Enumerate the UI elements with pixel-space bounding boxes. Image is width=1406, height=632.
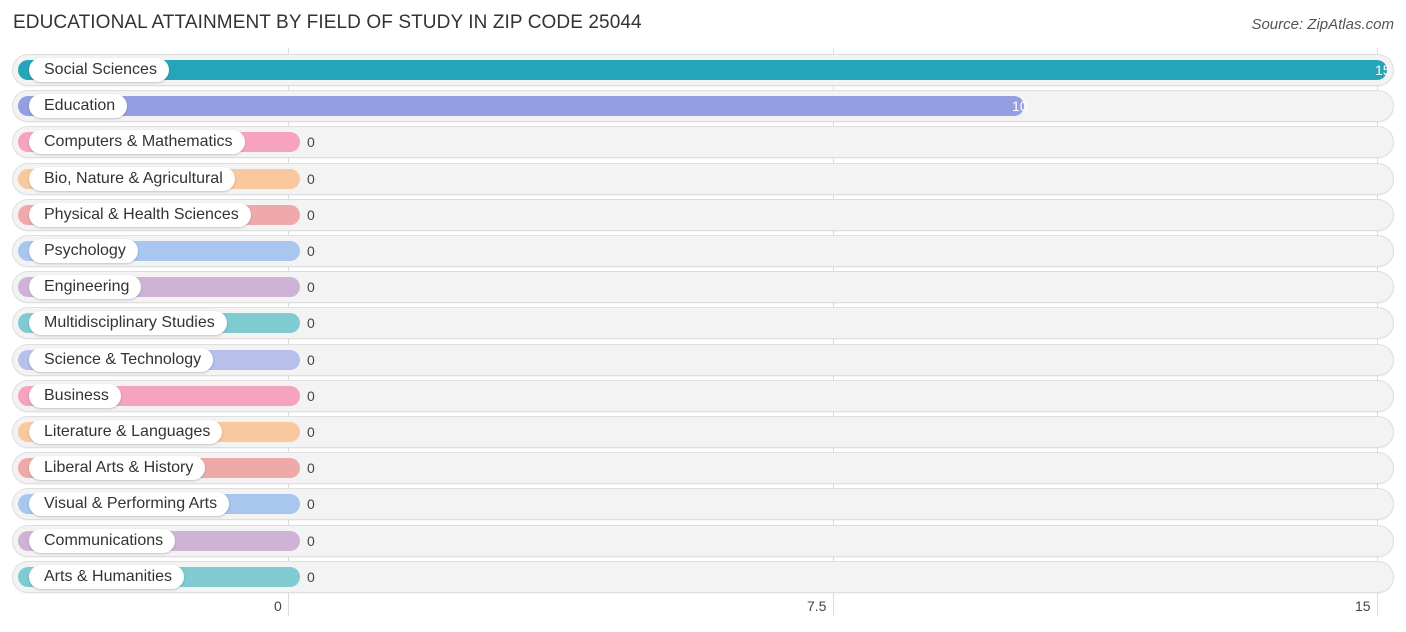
category-label: Engineering (29, 275, 142, 299)
category-label: Business (29, 384, 121, 408)
bar-row: Arts & Humanities 0 (13, 562, 1393, 592)
category-label: Physical & Health Sciences (29, 203, 251, 227)
category-label: Psychology (29, 239, 138, 263)
category-label: Bio, Nature & Agricultural (29, 167, 235, 191)
bar-row: Communications 0 (13, 526, 1393, 556)
x-tick-label: 15 (1355, 598, 1371, 614)
bar-row: Social Sciences 15 (13, 55, 1393, 85)
value-label: 10 (1012, 98, 1028, 114)
value-label: 15 (1375, 62, 1391, 78)
bar-row: Business 0 (13, 381, 1393, 411)
value-label: 0 (307, 569, 315, 585)
value-label: 0 (307, 352, 315, 368)
bar-row: Engineering 0 (13, 272, 1393, 302)
value-label: 0 (307, 134, 315, 150)
bar-row: Literature & Languages 0 (13, 417, 1393, 447)
bar-row: Bio, Nature & Agricultural 0 (13, 164, 1393, 194)
category-label: Social Sciences (29, 58, 169, 82)
value-label: 0 (307, 171, 315, 187)
category-label: Science & Technology (29, 348, 214, 372)
category-label: Communications (29, 529, 176, 553)
category-label: Literature & Languages (29, 420, 223, 444)
category-label: Liberal Arts & History (29, 456, 206, 480)
bar-row: Psychology 0 (13, 236, 1393, 266)
bar-row: Liberal Arts & History 0 (13, 453, 1393, 483)
category-label: Visual & Performing Arts (29, 492, 230, 516)
category-label: Computers & Mathematics (29, 130, 245, 154)
x-tick-label: 0 (274, 598, 282, 614)
value-label: 0 (307, 315, 315, 331)
value-label: 0 (307, 388, 315, 404)
bar[interactable] (18, 60, 1387, 80)
value-label: 0 (307, 279, 315, 295)
category-label: Arts & Humanities (29, 565, 185, 589)
bar-row: Multidisciplinary Studies 0 (13, 308, 1393, 338)
bar-row: Physical & Health Sciences 0 (13, 200, 1393, 230)
category-label: Education (29, 94, 128, 118)
value-label: 0 (307, 207, 315, 223)
category-label: Multidisciplinary Studies (29, 311, 227, 335)
value-label: 0 (307, 496, 315, 512)
bar-row: Computers & Mathematics 0 (13, 127, 1393, 157)
bar-row: Science & Technology 0 (13, 345, 1393, 375)
bar-row: Visual & Performing Arts 0 (13, 489, 1393, 519)
value-label: 0 (307, 243, 315, 259)
value-label: 0 (307, 533, 315, 549)
value-label: 0 (307, 460, 315, 476)
value-label: 0 (307, 424, 315, 440)
bar-chart: 0 7.5 15 Social Sciences 15 Education 10 Comput… (0, 0, 1406, 632)
x-tick-label: 7.5 (807, 598, 827, 614)
bar-row: Education 10 (13, 91, 1393, 121)
bar[interactable] (18, 96, 1024, 116)
